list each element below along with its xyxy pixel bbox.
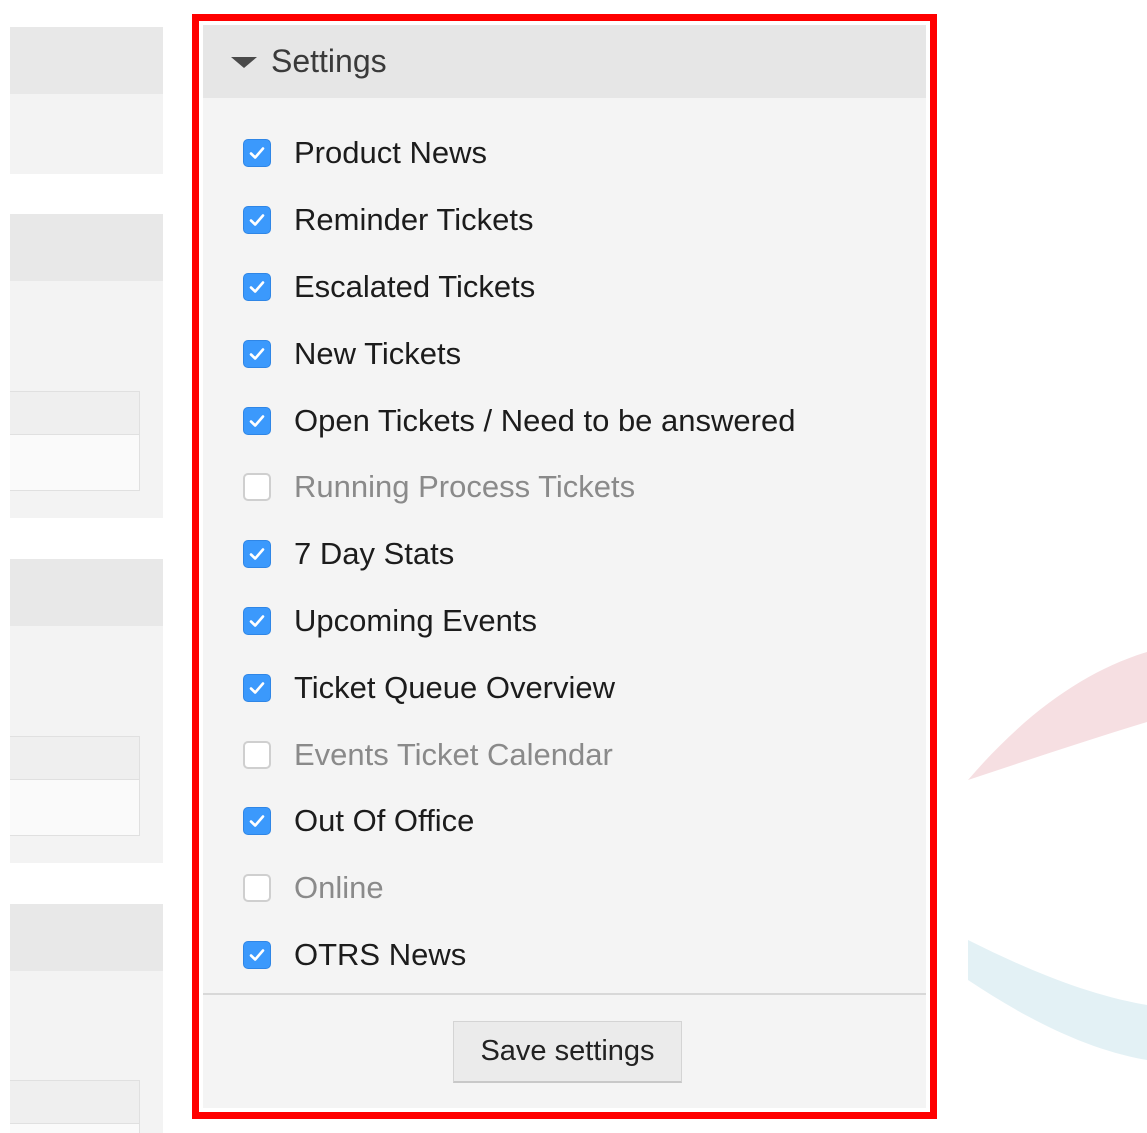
checkbox-unchecked[interactable] bbox=[243, 473, 271, 502]
checkbox-unchecked[interactable] bbox=[243, 874, 271, 903]
widget-table-bg bbox=[10, 1080, 140, 1133]
settings-item-label: Product News bbox=[294, 135, 487, 171]
widget-table-bg bbox=[10, 736, 140, 836]
settings-item-label: Ticket Queue Overview bbox=[294, 669, 616, 705]
settings-item[interactable]: Events Ticket Calendar bbox=[203, 721, 926, 788]
screen: Settings Product News Reminder Tickets Esc… bbox=[0, 0, 1147, 1133]
settings-item-label: Reminder Tickets bbox=[294, 202, 534, 238]
settings-item[interactable]: 7 Day Stats bbox=[203, 521, 926, 588]
widget-header-bg bbox=[10, 559, 163, 626]
checkmark-icon bbox=[249, 548, 265, 560]
checkbox-checked[interactable] bbox=[243, 272, 271, 301]
settings-item-label: Upcoming Events bbox=[294, 602, 537, 638]
widget-body-bg bbox=[10, 94, 163, 174]
settings-panel: Settings Product News Reminder Tickets Esc… bbox=[203, 25, 926, 1108]
settings-item-label: Open Tickets / Need to be answered bbox=[294, 402, 796, 438]
settings-item[interactable]: Upcoming Events bbox=[203, 588, 926, 655]
checkbox-checked[interactable] bbox=[243, 206, 271, 235]
settings-item[interactable]: New Tickets bbox=[203, 320, 926, 387]
settings-item[interactable]: Running Process Tickets bbox=[203, 454, 926, 521]
checkmark-icon bbox=[249, 815, 265, 828]
checkmark-icon bbox=[249, 615, 265, 627]
widget-header-bg bbox=[10, 27, 163, 94]
checkmark-icon bbox=[249, 681, 265, 694]
save-settings-button[interactable]: Save settings bbox=[453, 1021, 682, 1083]
settings-title: Settings bbox=[271, 43, 387, 79]
footer-divider bbox=[203, 993, 926, 995]
checkbox-checked[interactable] bbox=[243, 406, 271, 435]
checkbox-unchecked[interactable] bbox=[243, 740, 271, 769]
settings-item-label: Escalated Tickets bbox=[294, 268, 536, 304]
settings-item-label: Events Ticket Calendar bbox=[294, 736, 613, 772]
widget-header-bg bbox=[10, 214, 163, 281]
checkmark-icon bbox=[249, 281, 265, 293]
checkbox-checked[interactable] bbox=[243, 940, 271, 969]
settings-item-label: New Tickets bbox=[294, 335, 462, 371]
settings-item-label: Running Process Tickets bbox=[294, 469, 636, 505]
settings-item[interactable]: Open Tickets / Need to be answered bbox=[203, 387, 926, 454]
settings-item[interactable]: OTRS News bbox=[203, 922, 926, 989]
settings-item-label: OTRS News bbox=[294, 936, 467, 972]
checkmark-icon bbox=[249, 347, 265, 360]
caret-down-icon[interactable] bbox=[231, 57, 257, 68]
settings-header[interactable]: Settings bbox=[203, 25, 926, 98]
settings-item[interactable]: Ticket Queue Overview bbox=[203, 654, 926, 721]
settings-highlight-frame: Settings Product News Reminder Tickets Esc… bbox=[192, 14, 937, 1119]
background-swoosh-decoration bbox=[968, 652, 1147, 1060]
settings-item-label: Online bbox=[294, 870, 384, 906]
settings-item[interactable]: Product News bbox=[203, 120, 926, 187]
settings-item[interactable]: Reminder Tickets bbox=[203, 187, 926, 254]
settings-item-label: 7 Day Stats bbox=[294, 536, 455, 572]
settings-item-label: Out Of Office bbox=[294, 803, 475, 839]
settings-item[interactable]: Online bbox=[203, 855, 926, 922]
settings-item[interactable]: Escalated Tickets bbox=[203, 254, 926, 321]
checkmark-icon bbox=[249, 949, 265, 961]
checkmark-icon bbox=[249, 414, 265, 427]
widget-header-bg bbox=[10, 904, 163, 971]
checkmark-icon bbox=[249, 214, 265, 226]
checkbox-checked[interactable] bbox=[243, 139, 271, 168]
widget-table-bg bbox=[10, 391, 140, 491]
settings-checkbox-list: Product News Reminder Tickets Escalated Ti… bbox=[203, 120, 926, 988]
checkbox-checked[interactable] bbox=[243, 339, 271, 368]
checkbox-checked[interactable] bbox=[243, 673, 271, 702]
background-widgets-left bbox=[0, 0, 165, 1133]
checkbox-checked[interactable] bbox=[243, 606, 271, 635]
settings-item[interactable]: Out Of Office bbox=[203, 788, 926, 855]
checkbox-checked[interactable] bbox=[243, 540, 271, 569]
checkmark-icon bbox=[249, 147, 265, 160]
checkbox-checked[interactable] bbox=[243, 807, 271, 836]
